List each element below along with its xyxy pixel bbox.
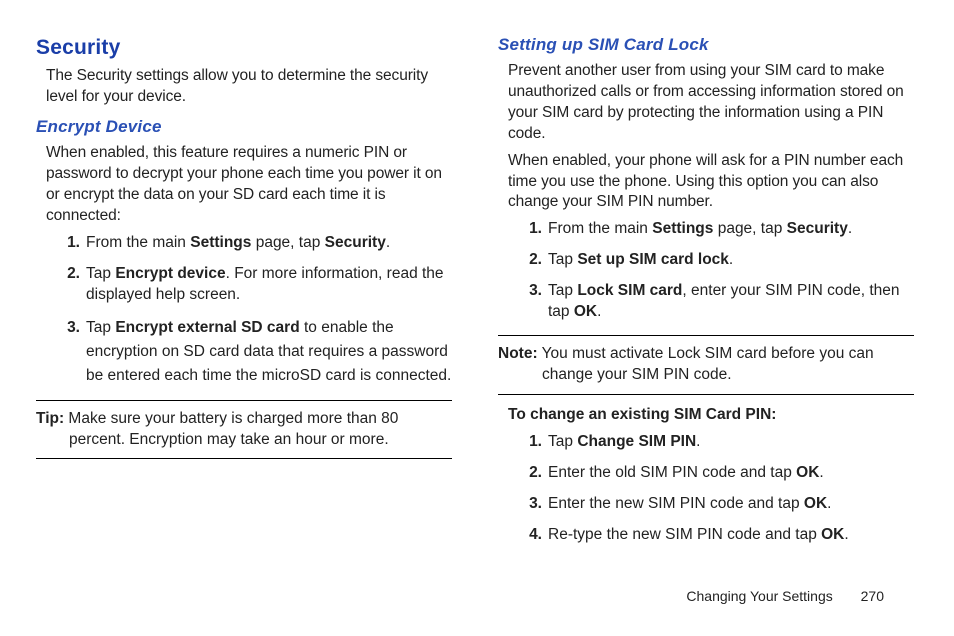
step-number: 1. [522,432,542,453]
t: . [729,251,733,268]
step-3: 3. Tap Lock SIM card, enter your SIM PIN… [522,281,914,323]
tip-body: Make sure your battery is charged more t… [64,410,398,448]
step-number: 3. [522,281,542,302]
bold: Encrypt external SD card [115,319,299,336]
note-text: Note: You must activate Lock SIM card be… [498,344,914,386]
step-number: 2. [522,250,542,271]
tip-block: Tip: Make sure your battery is charged m… [36,400,452,460]
step-number: 4. [522,525,542,546]
bold: Encrypt device [115,265,225,282]
t: Tap [548,433,577,450]
left-column: Security The Security settings allow you… [36,34,452,556]
section-heading-security: Security [36,34,452,62]
sim-lock-description-2: When enabled, your phone will ask for a … [508,151,914,214]
t: page, tap [713,220,786,237]
bold: OK [821,526,844,543]
t: . [819,464,823,481]
t: . [696,433,700,450]
t: From the main [86,234,190,251]
t: . [597,303,601,320]
subheading-encrypt-device: Encrypt Device [36,116,452,139]
step-number: 2. [60,264,80,285]
bold: Lock SIM card [577,282,682,299]
step-2: 2. Tap Set up SIM card lock. [522,250,914,271]
step-4: 4. Re-type the new SIM PIN code and tap … [522,525,914,546]
bold: Settings [190,234,251,251]
step-text: Tap Change SIM PIN. [548,433,700,450]
page-number: 270 [861,588,884,604]
step-text: Tap Encrypt device. For more information… [86,265,444,303]
t: From the main [548,220,652,237]
step-1: 1. Tap Change SIM PIN. [522,432,914,453]
bold: OK [796,464,819,481]
sim-lock-description-1: Prevent another user from using your SIM… [508,61,914,145]
step-text: From the main Settings page, tap Securit… [548,220,852,237]
page: Security The Security settings allow you… [0,0,954,636]
note-body: You must activate Lock SIM card before y… [538,345,874,383]
t: page, tap [251,234,324,251]
note-label: Note: [498,345,538,362]
change-sim-pin-steps: 1. Tap Change SIM PIN. 2. Enter the old … [522,432,914,546]
step-number: 1. [522,219,542,240]
step-1: 1. From the main Settings page, tap Secu… [522,219,914,240]
t: . [386,234,390,251]
step-number: 2. [522,463,542,484]
page-footer: Changing Your Settings 270 [686,587,884,606]
note-block: Note: You must activate Lock SIM card be… [498,335,914,395]
step-number: 3. [522,494,542,515]
right-column: Setting up SIM Card Lock Prevent another… [498,34,914,556]
tip-text: Tip: Make sure your battery is charged m… [36,409,452,451]
step-text: Tap Encrypt external SD card to enable t… [86,319,451,384]
two-column-layout: Security The Security settings allow you… [0,0,954,556]
step-2: 2. Enter the old SIM PIN code and tap OK… [522,463,914,484]
step-text: Tap Set up SIM card lock. [548,251,733,268]
step-2: 2. Tap Encrypt device. For more informat… [60,264,452,306]
bold: OK [574,303,597,320]
step-text: From the main Settings page, tap Securit… [86,234,390,251]
bold: Security [787,220,848,237]
bold: OK [804,495,827,512]
step-3: 3. Tap Encrypt external SD card to enabl… [60,316,452,388]
change-sim-pin-heading: To change an existing SIM Card PIN: [508,405,914,426]
step-number: 1. [60,233,80,254]
bold: Security [325,234,386,251]
encrypt-device-description: When enabled, this feature requires a nu… [46,143,452,227]
bold: Change SIM PIN [577,433,696,450]
step-1: 1. From the main Settings page, tap Secu… [60,233,452,254]
t: . [848,220,852,237]
security-intro: The Security settings allow you to deter… [46,66,452,108]
tip-label: Tip: [36,410,64,427]
t: . [827,495,831,512]
t: Tap [86,265,115,282]
t: Enter the old SIM PIN code and tap [548,464,796,481]
t: . [844,526,848,543]
step-text: Re-type the new SIM PIN code and tap OK. [548,526,849,543]
subheading-sim-card-lock: Setting up SIM Card Lock [498,34,914,57]
t: Tap [548,282,577,299]
step-text: Enter the old SIM PIN code and tap OK. [548,464,824,481]
step-text: Enter the new SIM PIN code and tap OK. [548,495,831,512]
bold: Settings [652,220,713,237]
t: Tap [86,319,115,336]
t: Enter the new SIM PIN code and tap [548,495,804,512]
step-number: 3. [60,316,80,340]
chapter-title: Changing Your Settings [686,588,832,604]
t: Tap [548,251,577,268]
step-3: 3. Enter the new SIM PIN code and tap OK… [522,494,914,515]
sim-lock-steps: 1. From the main Settings page, tap Secu… [522,219,914,323]
bold: Set up SIM card lock [577,251,729,268]
t: Re-type the new SIM PIN code and tap [548,526,821,543]
encrypt-device-steps: 1. From the main Settings page, tap Secu… [60,233,452,388]
step-text: Tap Lock SIM card, enter your SIM PIN co… [548,282,900,320]
